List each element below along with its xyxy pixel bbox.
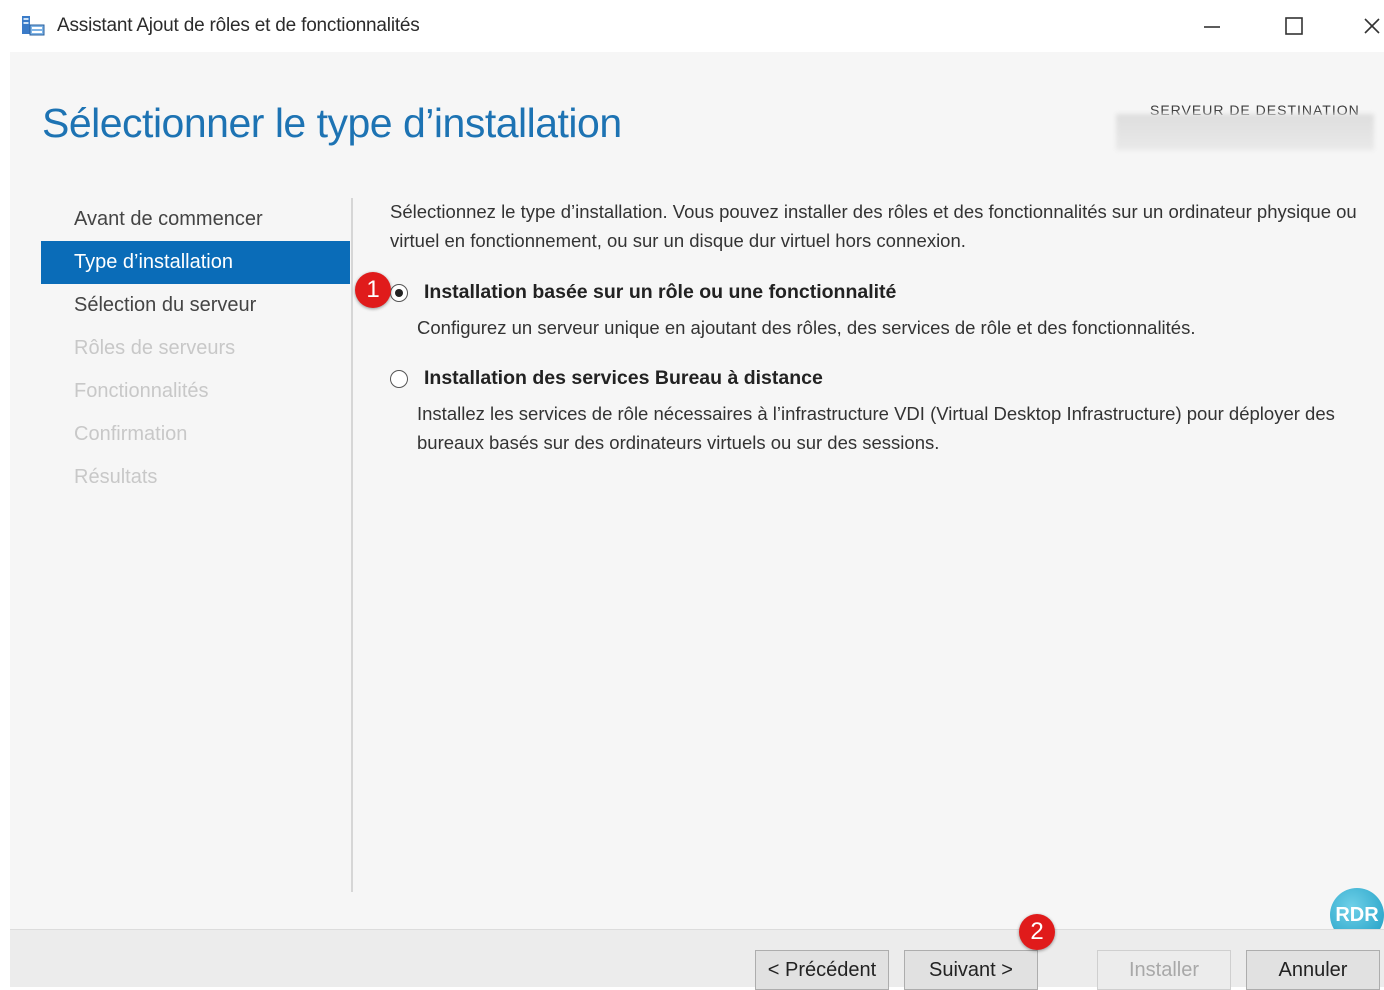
nav-divider — [351, 198, 353, 892]
nav-item-selection-serveur[interactable]: Sélection du serveur — [41, 284, 350, 327]
nav-item-fonctionnalites: Fonctionnalités — [74, 380, 209, 402]
title-bar: Assistant Ajout de rôles et de fonctionn… — [0, 0, 1384, 52]
nav-item-type-installation[interactable]: Type d’installation — [41, 241, 350, 284]
server-manager-icon — [20, 13, 46, 39]
radio-remote-desktop[interactable] — [390, 370, 408, 388]
next-button[interactable]: Suivant > — [904, 950, 1038, 990]
nav-item-confirmation: Confirmation — [74, 423, 188, 445]
content-area: Sélectionnez le type d’installation. Vou… — [390, 197, 1370, 453]
nav-item-avant-de-commencer[interactable]: Avant de commencer — [41, 198, 350, 241]
page-title: Sélectionner le type d’installation — [42, 100, 622, 146]
previous-button[interactable]: < Précédent — [755, 950, 889, 990]
destination-server-value — [1116, 114, 1374, 150]
close-icon[interactable] — [1350, 6, 1384, 46]
radio-role-based[interactable] — [390, 284, 408, 302]
nav-item-resultats: Résultats — [74, 466, 158, 488]
option-role-based-description: Configurez un serveur unique en ajoutant… — [417, 317, 1196, 338]
install-button: Installer — [1097, 950, 1231, 990]
callout-badge-2: 2 — [1019, 914, 1055, 950]
maximize-icon[interactable] — [1272, 6, 1316, 46]
option-remote-desktop-description: Installez les services de rôle nécessair… — [417, 403, 1335, 453]
option-role-based-title[interactable]: Installation basée sur un rôle ou une fo… — [424, 281, 896, 304]
intro-text: Sélectionnez le type d’installation. Vou… — [390, 201, 1357, 251]
nav-item-roles-serveurs: Rôles de serveurs — [74, 337, 236, 359]
wizard-nav: Avant de commencer Type d’installation S… — [41, 198, 350, 499]
wizard-footer: < Précédent Suivant > Installer Annuler — [10, 929, 1384, 990]
window-title: Assistant Ajout de rôles et de fonctionn… — [57, 15, 420, 36]
wizard-panel: Sélectionner le type d’installation SERV… — [10, 52, 1384, 990]
cancel-button[interactable]: Annuler — [1246, 950, 1380, 990]
option-remote-desktop-title[interactable]: Installation des services Bureau à dista… — [424, 367, 823, 390]
minimize-icon[interactable] — [1190, 6, 1234, 46]
callout-badge-1: 1 — [355, 272, 391, 308]
